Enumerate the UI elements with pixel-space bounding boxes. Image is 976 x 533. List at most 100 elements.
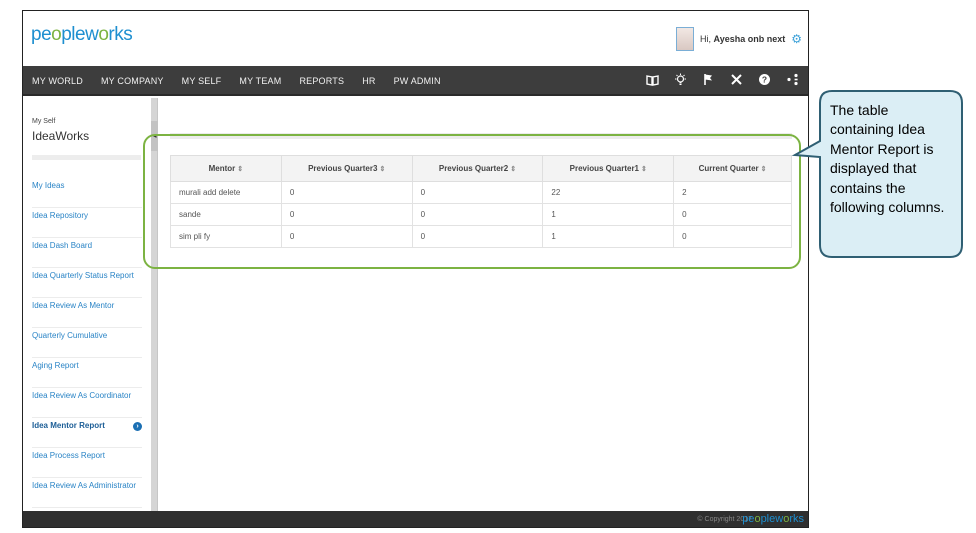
logo-part: pe bbox=[31, 24, 52, 45]
sidebar-item-label: Idea Process Report bbox=[32, 451, 105, 460]
sidebar-splitter[interactable] bbox=[151, 98, 158, 511]
logo-part: w bbox=[775, 513, 784, 525]
sidebar: My Self IdeaWorks My Ideas Idea Repositor… bbox=[23, 98, 151, 511]
collapse-sidebar-button[interactable]: ◂ bbox=[151, 121, 158, 151]
user-name[interactable]: Ayesha onb next bbox=[714, 34, 786, 44]
sidebar-item[interactable]: Idea Review As Administrator bbox=[32, 478, 142, 508]
column-header-label: Current Quarter bbox=[698, 164, 759, 173]
table-cell: 0 bbox=[280, 225, 413, 248]
sidebar-item[interactable]: Idea Dash Board bbox=[32, 238, 142, 268]
sidebar-item[interactable]: Idea Mentor Report › bbox=[32, 418, 142, 448]
callout-text: The table containing Idea Mentor Report … bbox=[830, 102, 945, 216]
column-header[interactable]: Previous Quarter3 ⇕ bbox=[280, 155, 413, 182]
greeting-prefix: Hi, bbox=[700, 34, 712, 44]
help-icon[interactable]: ? bbox=[750, 73, 778, 89]
table-cell: 1 bbox=[542, 225, 675, 248]
arrow-right-circle-icon: › bbox=[133, 422, 142, 431]
lightbulb-icon[interactable] bbox=[666, 73, 694, 89]
sidebar-divider bbox=[32, 155, 141, 160]
idea-mentor-report-table: Mentor ⇕ Previous Quarter3 ⇕ Previous Quarte… bbox=[170, 155, 792, 248]
sidebar-item-label: Idea Dash Board bbox=[32, 241, 93, 250]
logo-part: pe bbox=[742, 513, 755, 525]
logo-part: ple bbox=[61, 24, 86, 45]
sidebar-item-label: Quarterly Cumulative bbox=[32, 331, 108, 340]
nav-item-my-company[interactable]: MY COMPANY bbox=[92, 66, 173, 96]
column-header[interactable]: Mentor ⇕ bbox=[170, 155, 282, 182]
book-icon[interactable] bbox=[638, 74, 666, 89]
flag-icon[interactable] bbox=[694, 73, 722, 89]
app-header: peopleworks Hi, Ayesha onb next ⚙ bbox=[23, 11, 808, 66]
nav-item-my-world[interactable]: MY WORLD bbox=[23, 66, 92, 96]
peopleworks-logo[interactable]: peopleworks bbox=[31, 24, 133, 46]
column-header-label: Mentor bbox=[208, 164, 236, 173]
column-header[interactable]: Current Quarter ⇕ bbox=[673, 155, 792, 182]
table-row: murali add delete 0 0 22 2 bbox=[170, 181, 792, 204]
logo-part: o bbox=[51, 24, 62, 45]
column-header-label: Previous Quarter3 bbox=[308, 164, 378, 173]
filter-bar bbox=[170, 133, 792, 139]
main-nav: MY WORLD MY COMPANY MY SELF MY TEAM REPO… bbox=[23, 66, 808, 96]
main-content: Mentor ⇕ Previous Quarter3 ⇕ Previous Quarte… bbox=[158, 98, 808, 511]
sidebar-item-label: My Ideas bbox=[32, 181, 65, 190]
svg-text:?: ? bbox=[761, 75, 766, 85]
sidebar-item-label: Idea Review As Coordinator bbox=[32, 391, 132, 400]
table-cell: 0 bbox=[280, 181, 413, 204]
table-row: sim pli fy 0 0 1 0 bbox=[170, 225, 792, 248]
nav-item-reports[interactable]: REPORTS bbox=[290, 66, 353, 96]
table-header-row: Mentor ⇕ Previous Quarter3 ⇕ Previous Quarte… bbox=[170, 155, 792, 182]
footer-logo: peopleworks bbox=[742, 513, 804, 525]
sidebar-item[interactable]: Idea Process Report bbox=[32, 448, 142, 478]
column-header-label: Previous Quarter2 bbox=[438, 164, 509, 173]
sidebar-item-label: Idea Quarterly Status Report bbox=[32, 271, 134, 280]
sidebar-item[interactable]: Idea Review As Mentor bbox=[32, 298, 142, 328]
nav-item-my-team[interactable]: MY TEAM bbox=[230, 66, 290, 96]
sort-icon: ⇕ bbox=[510, 166, 517, 173]
table-cell: 0 bbox=[673, 225, 792, 248]
table-cell: murali add delete bbox=[170, 181, 282, 204]
nav-menu: MY WORLD MY COMPANY MY SELF MY TEAM REPO… bbox=[23, 66, 450, 96]
sidebar-item[interactable]: Aging Report bbox=[32, 358, 142, 388]
nav-item-my-self[interactable]: MY SELF bbox=[173, 66, 231, 96]
sort-icon: ⇕ bbox=[760, 166, 767, 173]
table-cell: 0 bbox=[411, 181, 544, 204]
table-cell: sande bbox=[170, 203, 282, 226]
table-cell: sim pli fy bbox=[170, 225, 282, 248]
user-greeting: Hi, Ayesha onb next bbox=[700, 34, 785, 44]
sidebar-item[interactable]: Quarterly Cumulative bbox=[32, 328, 142, 358]
sidebar-item[interactable]: My Ideas bbox=[32, 178, 142, 208]
table-cell: 0 bbox=[411, 225, 544, 248]
sidebar-item-label: Idea Review As Administrator bbox=[32, 481, 137, 490]
column-header-label: Previous Quarter1 bbox=[569, 164, 640, 173]
app-footer: © Copyright 2017 peopleworks bbox=[23, 511, 808, 527]
table-cell: 0 bbox=[280, 203, 413, 226]
sidebar-item[interactable]: Idea Quarterly Status Report bbox=[32, 268, 142, 298]
avatar[interactable] bbox=[676, 27, 695, 51]
table-cell: 1 bbox=[542, 203, 675, 226]
app-window: peopleworks Hi, Ayesha onb next ⚙ MY WOR… bbox=[22, 10, 809, 528]
table-cell: 2 bbox=[673, 181, 792, 204]
sidebar-item[interactable]: Idea Repository bbox=[32, 208, 142, 238]
sidebar-item-label: Idea Review As Mentor bbox=[32, 301, 115, 310]
sidebar-item[interactable]: Idea Review As Coordinator bbox=[32, 388, 142, 418]
table-row: sande 0 0 1 0 bbox=[170, 203, 792, 226]
table-cell: 0 bbox=[673, 203, 792, 226]
sort-icon: ⇕ bbox=[641, 166, 647, 173]
breadcrumb[interactable]: My Self bbox=[32, 118, 55, 125]
table-cell: 22 bbox=[542, 181, 675, 204]
logo-part: w bbox=[85, 24, 99, 45]
nav-item-pw-admin[interactable]: PW ADMIN bbox=[385, 66, 450, 96]
nav-item-hr[interactable]: HR bbox=[353, 66, 384, 96]
sidebar-item-label: Idea Mentor Report bbox=[32, 421, 105, 430]
gear-icon[interactable]: ⚙ bbox=[791, 32, 802, 46]
logo-part: rks bbox=[789, 513, 804, 525]
sidebar-title: IdeaWorks bbox=[32, 129, 90, 143]
logo-part: rks bbox=[108, 24, 133, 45]
nav-icon-bar: ? bbox=[638, 66, 806, 96]
logo-part: o bbox=[98, 24, 109, 45]
table-body: murali add delete 0 0 22 2 sande 0 0 1 0 sim pli f… bbox=[170, 181, 792, 248]
column-header[interactable]: Previous Quarter2 ⇕ bbox=[411, 155, 544, 182]
column-header[interactable]: Previous Quarter1 ⇕ bbox=[542, 155, 675, 182]
user-box: Hi, Ayesha onb next ⚙ bbox=[676, 25, 802, 53]
tools-icon[interactable] bbox=[722, 73, 750, 89]
sidebar-item-label: Aging Report bbox=[32, 361, 79, 370]
